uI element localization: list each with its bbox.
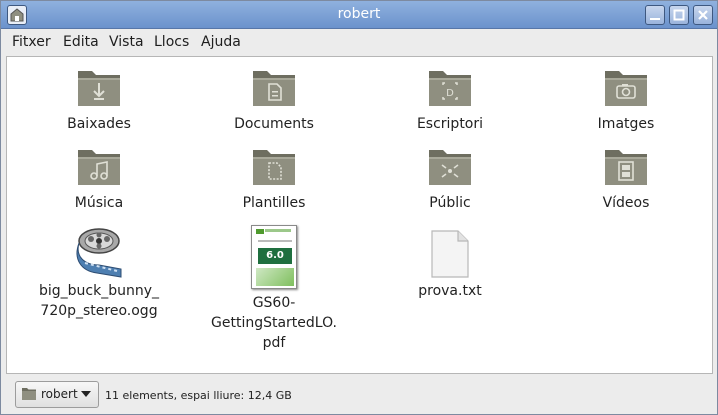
- file-label-line: 720p_stereo.ogg: [40, 303, 158, 319]
- maximize-button[interactable]: [669, 5, 689, 25]
- music-folder-icon: [78, 150, 120, 185]
- minimize-button[interactable]: [645, 5, 665, 25]
- file-label: prova.txt: [418, 283, 482, 299]
- file-item-musica[interactable]: Música: [37, 146, 161, 213]
- public-folder-icon: [429, 150, 471, 185]
- window-title: robert: [337, 6, 381, 22]
- file-label-line: GS60-: [252, 295, 296, 311]
- file-label-line: pdf: [262, 335, 286, 351]
- file-manager-window: robert Fitxer Edita Vista Llocs Ajuda Ba…: [0, 0, 718, 415]
- file-item-videos[interactable]: Vídeos: [564, 146, 688, 213]
- file-label: Documents: [234, 116, 314, 132]
- menu-ajuda[interactable]: Ajuda: [201, 34, 241, 50]
- file-label-line: big_buck_bunny_: [38, 283, 160, 299]
- file-label: Imatges: [597, 116, 655, 132]
- menu-fitxer[interactable]: Fitxer: [12, 34, 51, 50]
- file-item-plantilles[interactable]: Plantilles: [212, 146, 336, 213]
- chevron-down-icon: [81, 391, 91, 397]
- file-item-pdf[interactable]: 6.0 GS60- GettingStartedLO. pdf: [204, 225, 344, 353]
- file-label: Vídeos: [602, 195, 650, 211]
- file-label: Públic: [429, 195, 471, 211]
- location-label: robert: [41, 387, 78, 401]
- downloads-folder-icon: [78, 71, 120, 106]
- file-label: Plantilles: [242, 195, 306, 211]
- pictures-folder-icon: [605, 71, 647, 106]
- title-rule: [258, 240, 292, 242]
- pdf-thumbnail-icon: 6.0: [251, 225, 297, 289]
- file-label: Escriptori: [416, 116, 484, 132]
- text-file-icon: [431, 230, 469, 278]
- status-bar: robert 11 elements, espai lliure: 12,4 G…: [1, 377, 717, 414]
- file-item-video-ogg[interactable]: big_buck_bunny_ 720p_stereo.ogg: [27, 225, 171, 321]
- file-item-documents[interactable]: Documents: [212, 67, 336, 134]
- title-bar[interactable]: robert: [1, 1, 717, 29]
- status-info: 11 elements, espai lliure: 12,4 GB: [105, 389, 292, 402]
- file-label: Música: [74, 195, 124, 211]
- file-item-prova-txt[interactable]: prova.txt: [388, 225, 512, 301]
- thumb-version: 6.0: [258, 248, 292, 264]
- close-button[interactable]: [693, 5, 713, 25]
- location-button[interactable]: robert: [15, 381, 99, 408]
- file-label: Baixades: [67, 116, 131, 132]
- file-label-line: GettingStartedLO.: [211, 315, 337, 331]
- thumb-art: [256, 268, 294, 286]
- file-item-escriptori[interactable]: D Escriptori: [388, 67, 512, 134]
- menu-bar: Fitxer Edita Vista Llocs Ajuda: [1, 30, 717, 55]
- templates-folder-icon: [253, 150, 295, 185]
- film-reel-icon: [76, 228, 122, 278]
- menu-edita[interactable]: Edita: [63, 34, 99, 50]
- menu-vista[interactable]: Vista: [109, 34, 144, 50]
- desktop-folder-icon: D: [429, 71, 471, 106]
- file-item-imatges[interactable]: Imatges: [564, 67, 688, 134]
- menu-llocs[interactable]: Llocs: [154, 34, 189, 50]
- file-view[interactable]: Baixades Documents D Escriptori Imatges …: [6, 56, 713, 374]
- logo-bar: [265, 229, 291, 232]
- videos-folder-icon: [605, 150, 647, 185]
- logo-mark: [256, 229, 264, 234]
- folder-icon: [22, 388, 36, 400]
- file-item-baixades[interactable]: Baixades: [37, 67, 161, 134]
- file-item-public[interactable]: Públic: [388, 146, 512, 213]
- documents-folder-icon: [253, 71, 295, 106]
- svg-text:D: D: [446, 88, 454, 99]
